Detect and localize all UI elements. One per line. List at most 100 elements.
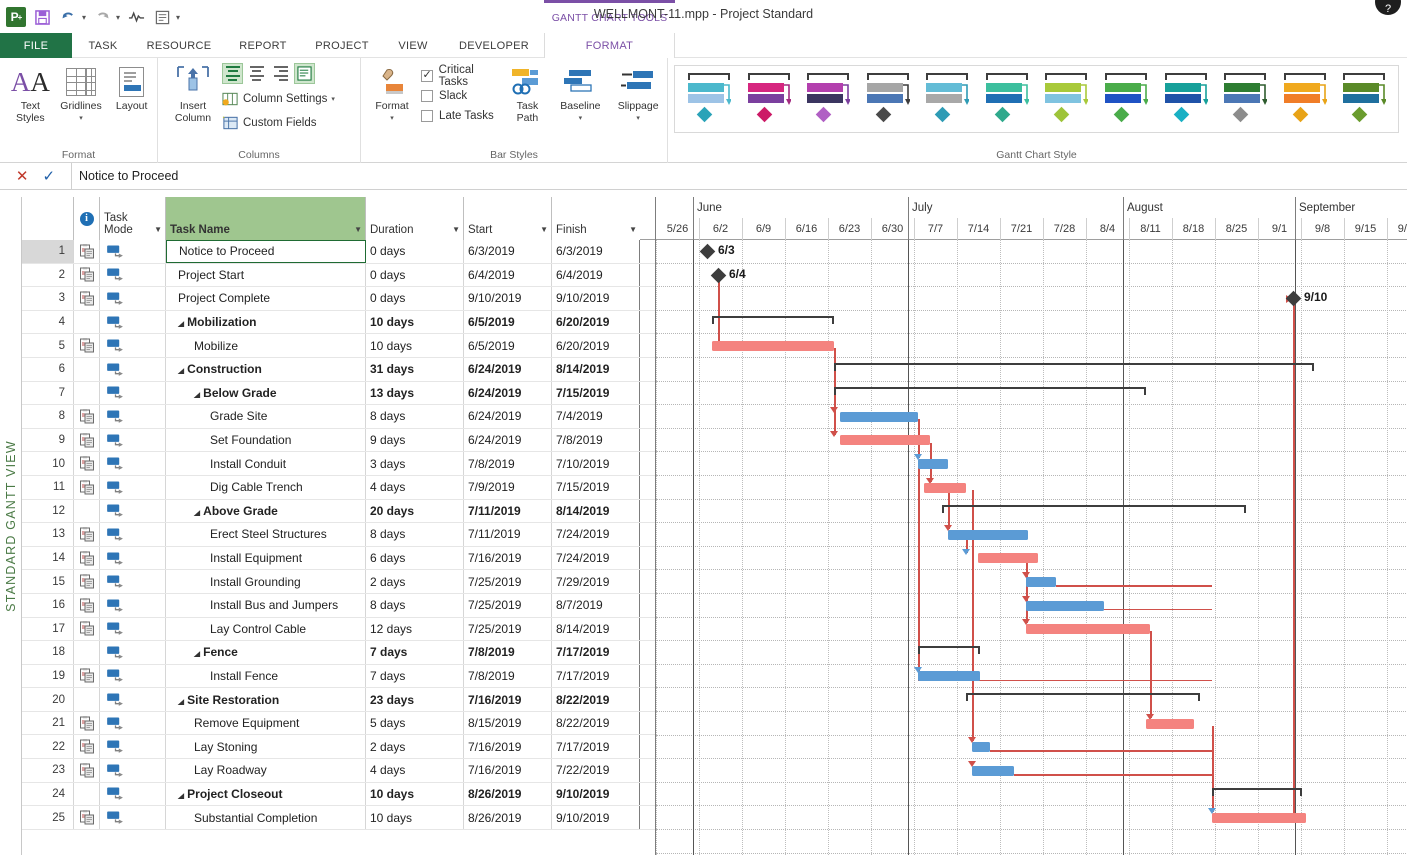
layout-button[interactable]: Layout [106,58,157,125]
row-task-mode-cell[interactable] [100,357,166,381]
row-duration-cell[interactable]: 23 days [366,688,464,711]
row-task-mode-cell[interactable] [100,782,166,806]
row-indicator-cell[interactable] [74,759,100,782]
row-duration-cell[interactable]: 8 days [366,523,464,546]
row-task-name-cell[interactable]: Install Bus and Jumpers [166,593,366,617]
row-start-cell[interactable]: 6/24/2019 [464,357,552,381]
row-id[interactable]: 13 [22,523,74,546]
row-task-mode-cell[interactable] [100,806,166,829]
accept-icon[interactable]: ✓ [43,167,56,185]
row-start-cell[interactable]: 6/5/2019 [464,334,552,357]
row-id[interactable]: 11 [22,475,74,499]
row-task-mode-cell[interactable] [100,546,166,570]
row-finish-cell[interactable]: 8/14/2019 [552,357,640,381]
table-row[interactable]: 6 ◢ Construction 31 days 6/24/2019 8/14/2019 [22,357,655,382]
row-duration-cell[interactable]: 0 days [366,287,464,310]
row-indicator-cell[interactable] [74,381,100,405]
row-duration-cell[interactable]: 13 days [366,381,464,405]
row-start-cell[interactable]: 6/24/2019 [464,405,552,428]
row-duration-cell[interactable]: 3 days [366,452,464,475]
row-task-name-cell[interactable]: Lay Control Cable [166,617,366,641]
collapse-triangle-icon[interactable]: ◢ [178,697,184,705]
row-id[interactable]: 7 [22,381,74,405]
row-indicator-cell[interactable] [74,523,100,546]
row-id[interactable]: 5 [22,334,74,357]
row-finish-cell[interactable]: 7/10/2019 [552,452,640,475]
tab-project[interactable]: PROJECT [302,33,382,58]
gantt-style-7[interactable] [1036,68,1096,130]
table-row[interactable]: 8 Grade Site 8 days 6/24/2019 7/4/2019 [22,405,655,429]
row-duration-cell[interactable]: 4 days [366,759,464,782]
table-row[interactable]: 10 Install Conduit 3 days 7/8/2019 7/10/2019 [22,452,655,476]
wrap-text-button[interactable] [294,63,315,84]
row-task-name-cell[interactable]: Erect Steel Structures [166,523,366,546]
row-task-mode-cell[interactable] [100,735,166,759]
row-start-cell[interactable]: 7/9/2019 [464,475,552,499]
row-task-mode-cell[interactable] [100,263,166,287]
table-row[interactable]: 4 ◢ Mobilization 10 days 6/5/2019 6/20/2019 [22,310,655,335]
task-mode-filter-icon[interactable]: ▼ [154,225,162,234]
row-start-cell[interactable]: 9/10/2019 [464,287,552,310]
row-task-mode-cell[interactable] [100,570,166,593]
row-indicator-cell[interactable] [74,405,100,428]
late-tasks-checkbox[interactable]: Late Tasks [421,106,503,126]
row-indicator-cell[interactable] [74,310,100,334]
row-indicator-cell[interactable] [74,782,100,806]
row-task-mode-cell[interactable] [100,287,166,310]
row-task-name-cell[interactable]: ◢ Mobilization [166,310,366,334]
table-row[interactable]: 24 ◢ Project Closeout 10 days 8/26/2019 9/10/… [22,782,655,807]
row-task-mode-cell[interactable] [100,405,166,428]
row-start-cell[interactable]: 7/16/2019 [464,546,552,570]
select-all-header[interactable] [22,197,74,240]
row-indicator-cell[interactable] [74,711,100,735]
slack-checkbox[interactable]: Slack [421,86,503,106]
format-button[interactable]: Format ▾ [367,58,417,126]
row-task-name-cell[interactable]: Set Foundation [166,428,366,452]
critical-tasks-checkbox[interactable]: Critical Tasks [421,64,503,88]
finish-column-header[interactable]: Finish ▼ [552,197,640,240]
gantt-summary-bar[interactable] [942,504,1246,513]
row-task-name-cell[interactable]: Install Fence [166,664,366,688]
cancel-icon[interactable]: ✕ [16,167,29,185]
task-name-filter-icon[interactable]: ▼ [354,225,362,234]
table-row[interactable]: 19 Install Fence 7 days 7/8/2019 7/17/2019 [22,664,655,689]
tab-report[interactable]: REPORT [224,33,302,58]
table-row[interactable]: 1 Notice to Proceed 0 days 6/3/2019 6/3/2019 [22,240,655,264]
row-task-mode-cell[interactable] [100,664,166,688]
row-task-name-cell[interactable]: Project Complete [166,287,366,310]
tab-file[interactable]: FILE [0,33,72,58]
row-id[interactable]: 19 [22,664,74,688]
gantt-style-8[interactable] [1096,68,1156,130]
row-task-name-cell[interactable]: Install Grounding [166,570,366,593]
row-id[interactable]: 9 [22,428,74,452]
row-indicator-cell[interactable] [74,240,100,263]
row-id[interactable]: 20 [22,688,74,711]
row-task-name-cell[interactable]: Grade Site [166,405,366,428]
row-start-cell[interactable]: 7/8/2019 [464,664,552,688]
row-duration-cell[interactable]: 10 days [366,334,464,357]
row-id[interactable]: 15 [22,570,74,593]
row-duration-cell[interactable]: 8 days [366,593,464,617]
gantt-style-5[interactable] [917,68,977,130]
row-id[interactable]: 17 [22,617,74,641]
row-task-mode-cell[interactable] [100,334,166,357]
table-row[interactable]: 11 Dig Cable Trench 4 days 7/9/2019 7/15/201… [22,475,655,500]
row-start-cell[interactable]: 7/25/2019 [464,570,552,593]
finish-filter-icon[interactable]: ▼ [629,225,637,234]
align-right-button[interactable] [270,63,291,84]
slippage-dropdown-caret-icon[interactable]: ▾ [636,113,640,125]
row-finish-cell[interactable]: 9/10/2019 [552,287,640,310]
timescale-header[interactable]: June July August September 5/26 6/2 6/9 6/16 6/2… [655,197,1407,240]
row-task-mode-cell[interactable] [100,381,166,405]
gantt-critical-bar[interactable] [978,553,1038,564]
row-indicator-cell[interactable] [74,428,100,452]
row-task-name-cell[interactable]: Install Equipment [166,546,366,570]
row-finish-cell[interactable]: 8/14/2019 [552,617,640,641]
row-indicator-cell[interactable] [74,570,100,593]
row-id[interactable]: 14 [22,546,74,570]
row-id[interactable]: 12 [22,499,74,523]
row-id[interactable]: 6 [22,357,74,381]
table-row[interactable]: 2 Project Start 0 days 6/4/2019 6/4/2019 [22,263,655,288]
collapse-triangle-icon[interactable]: ◢ [178,367,184,375]
row-finish-cell[interactable]: 7/22/2019 [552,759,640,782]
